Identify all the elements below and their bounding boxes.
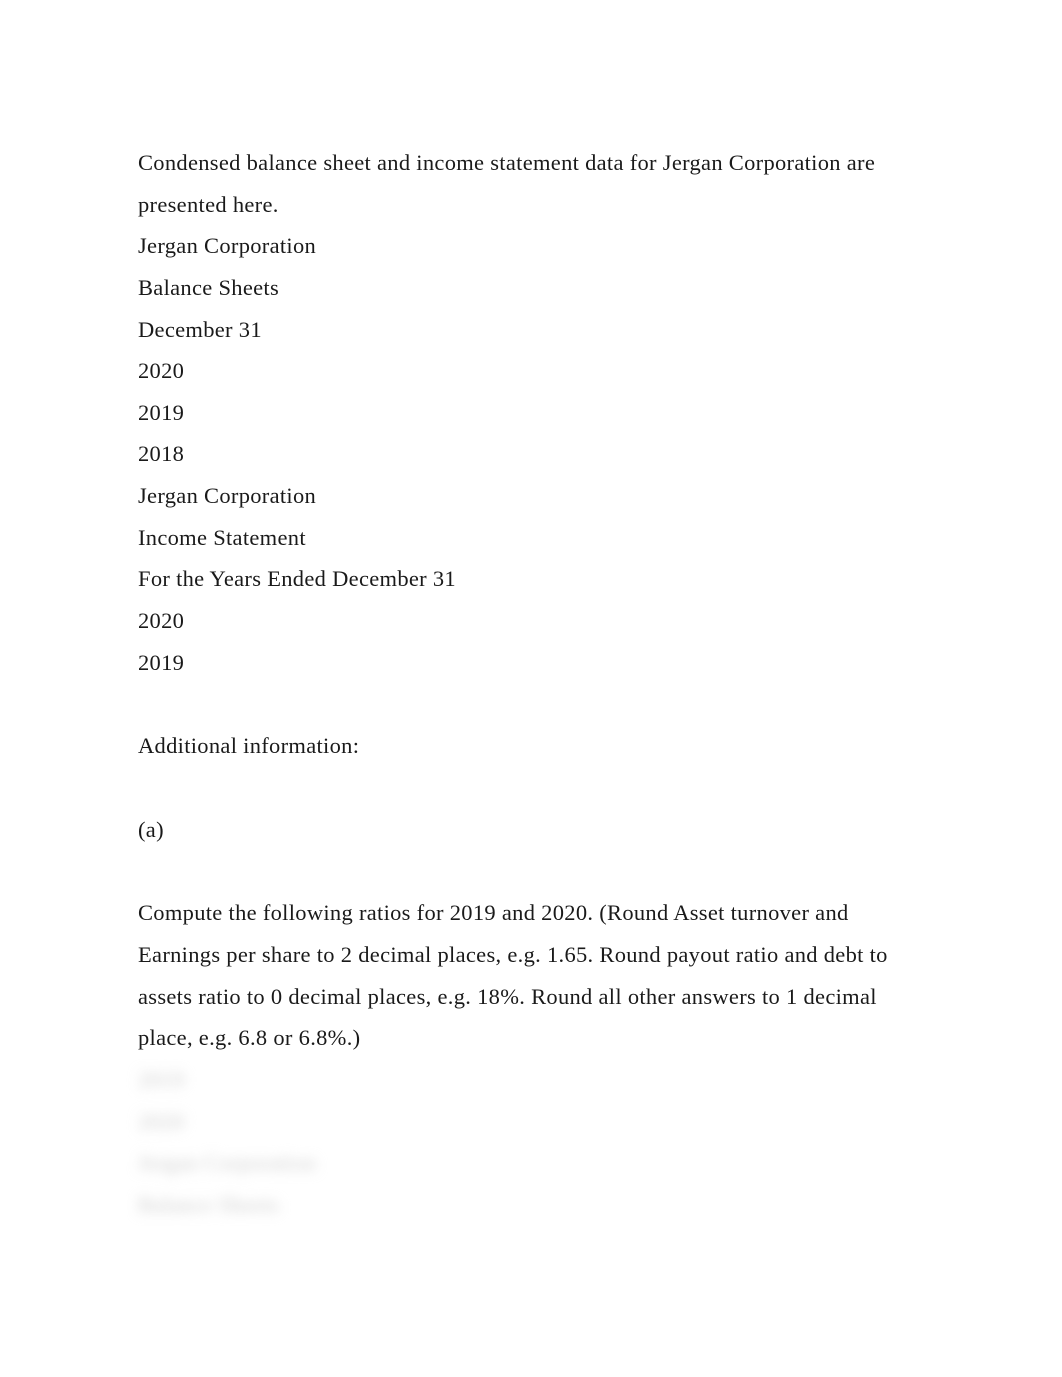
blurred-line-2: 2020 (138, 1101, 928, 1143)
blurred-line-3: Jergan Corporation (138, 1142, 928, 1184)
income-statement-year-2019: 2019 (138, 642, 928, 684)
balance-sheet-title: Balance Sheets (138, 267, 928, 309)
intro-text: Condensed balance sheet and income state… (138, 142, 928, 225)
income-statement-period: For the Years Ended December 31 (138, 558, 928, 600)
instructions-text: Compute the following ratios for 2019 an… (138, 892, 928, 1059)
balance-sheet-year-2020: 2020 (138, 350, 928, 392)
balance-sheet-year-2018: 2018 (138, 433, 928, 475)
blurred-preview: 2019 2020 Jergan Corporation Balance She… (138, 1059, 928, 1226)
spacer (138, 767, 928, 809)
spacer (138, 850, 928, 892)
document-body: Condensed balance sheet and income state… (138, 142, 928, 1225)
income-statement-company: Jergan Corporation (138, 475, 928, 517)
balance-sheet-year-2019: 2019 (138, 392, 928, 434)
income-statement-title: Income Statement (138, 517, 928, 559)
part-a-label: (a) (138, 809, 928, 851)
income-statement-year-2020: 2020 (138, 600, 928, 642)
blurred-line-4: Balance Sheets (138, 1184, 928, 1226)
spacer (138, 683, 928, 725)
balance-sheet-company: Jergan Corporation (138, 225, 928, 267)
additional-info-label: Additional information: (138, 725, 928, 767)
blurred-line-1: 2019 (138, 1059, 928, 1101)
balance-sheet-date: December 31 (138, 309, 928, 351)
